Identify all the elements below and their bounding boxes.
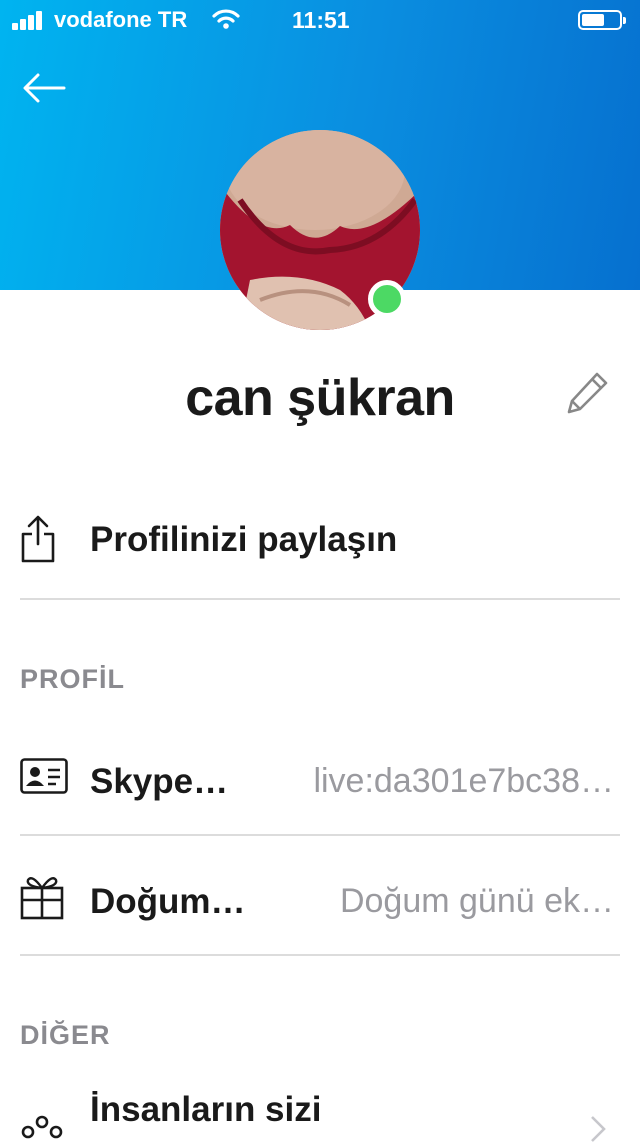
profile-name: can şükran bbox=[185, 369, 455, 427]
divider bbox=[20, 954, 620, 956]
divider bbox=[20, 834, 620, 836]
birthday-label: Doğum… bbox=[90, 882, 246, 921]
status-bar: vodafone TR 11:51 bbox=[0, 0, 640, 40]
people-find-you-label: İnsanların sizi bbox=[90, 1090, 322, 1129]
id-card-icon bbox=[20, 758, 68, 794]
skype-id-label: Skype… bbox=[90, 762, 229, 801]
presence-indicator bbox=[368, 280, 406, 318]
signal-icon bbox=[12, 10, 48, 30]
clock: 11:51 bbox=[292, 7, 350, 33]
back-arrow-icon[interactable] bbox=[18, 68, 70, 108]
people-icon bbox=[21, 1115, 63, 1139]
people-find-you-row[interactable]: İnsanların sizi bbox=[20, 1080, 620, 1142]
share-profile-button[interactable]: Profilinizi paylaşın bbox=[20, 506, 620, 576]
birthday-row[interactable]: Doğum… Doğum günü ek… bbox=[20, 860, 620, 940]
section-title-other: DİĞER bbox=[20, 1020, 111, 1050]
carrier-name: vodafone TR bbox=[54, 7, 188, 32]
share-profile-label: Profilinizi paylaşın bbox=[90, 520, 398, 559]
pencil-icon[interactable] bbox=[564, 368, 612, 416]
section-title-profile: PROFİL bbox=[20, 664, 125, 694]
birthday-value: Doğum günü ek… bbox=[339, 882, 614, 920]
skype-id-row[interactable]: Skype… live:da301e7bc38… bbox=[20, 740, 620, 820]
share-icon bbox=[21, 515, 55, 563]
gift-icon bbox=[20, 877, 64, 920]
chevron-right-icon bbox=[591, 1116, 606, 1142]
wifi-icon bbox=[212, 9, 240, 29]
skype-id-value: live:da301e7bc38… bbox=[313, 762, 614, 800]
divider bbox=[20, 598, 620, 600]
battery-icon bbox=[578, 10, 626, 30]
